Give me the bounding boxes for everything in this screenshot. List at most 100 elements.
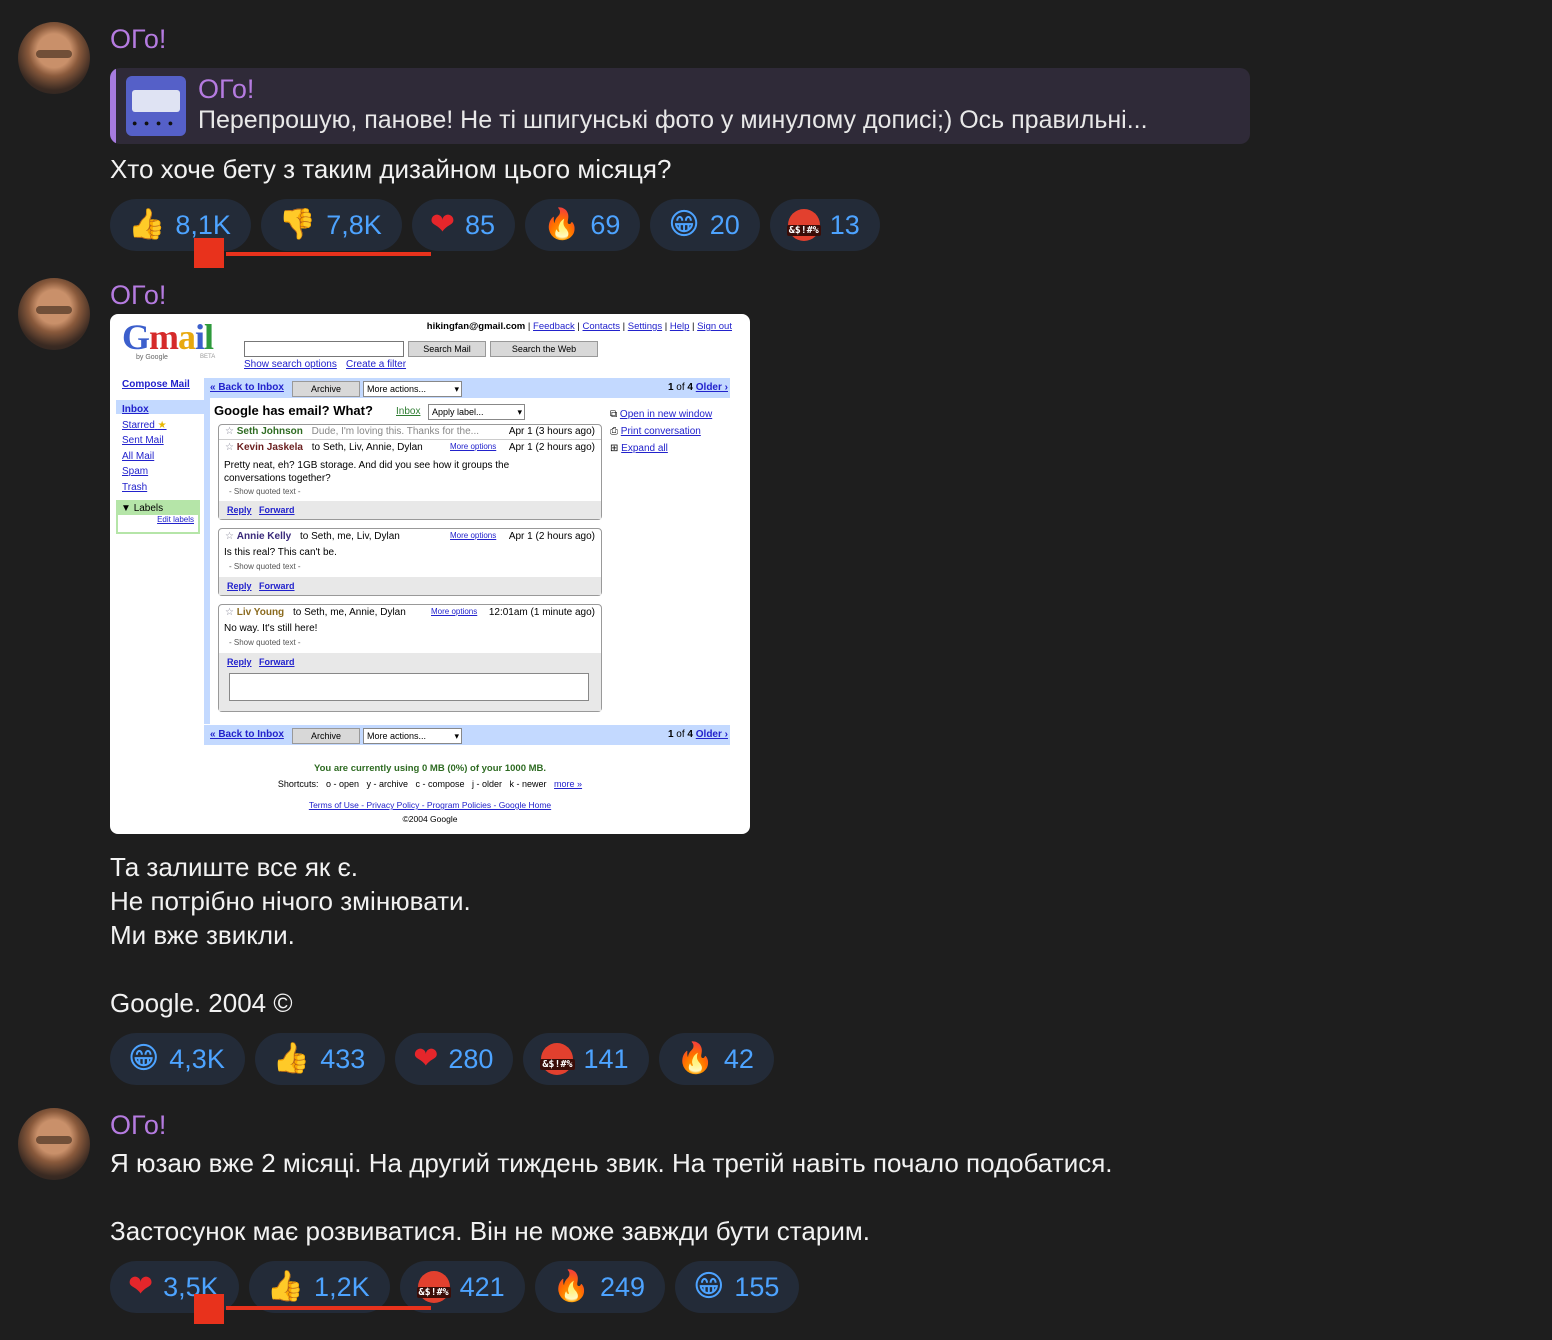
back-to-inbox-link[interactable]: « Back to Inbox: [210, 729, 284, 740]
reaction-cursing[interactable]: &$!#% 13: [769, 199, 880, 251]
open-new-window-link[interactable]: Open in new window: [620, 409, 712, 420]
email-date: Apr 1 (3 hours ago): [508, 426, 595, 437]
star-outline-icon[interactable]: ☆: [225, 607, 234, 618]
thumbs-up-icon: 👍: [128, 207, 166, 242]
reply-textarea[interactable]: [229, 673, 589, 701]
email-collapsed-row[interactable]: ☆ Seth Johnson Dude, I'm loving this. Th…: [225, 426, 595, 437]
reaction-grin[interactable]: 😁 4,3K: [110, 1033, 245, 1085]
more-options-link[interactable]: More options: [450, 442, 496, 451]
compose-mail-link[interactable]: Compose Mail: [122, 379, 190, 390]
create-filter-link[interactable]: Create a filter: [346, 359, 406, 370]
triangle-down-icon[interactable]: ▼: [121, 503, 131, 514]
older-link[interactable]: Older ›: [696, 729, 728, 740]
sidebar-item-trash[interactable]: Trash: [122, 480, 167, 496]
forward-link[interactable]: Forward: [259, 657, 295, 667]
sidebar-item-spam[interactable]: Spam: [122, 464, 167, 480]
inbox-label-link[interactable]: Inbox: [396, 406, 420, 417]
email-divider: [219, 439, 601, 440]
more-shortcuts-link[interactable]: more »: [554, 779, 582, 789]
reaction-count: 13: [829, 209, 860, 240]
avatar[interactable]: [18, 22, 90, 94]
reply-quote[interactable]: ● ● ● ● ОГо! Перепрошую, панове! Не ті ш…: [110, 68, 1250, 144]
pager-current: 1: [667, 729, 674, 740]
reaction-grin[interactable]: 😁 20: [650, 199, 760, 251]
reply-author: ОГо!: [198, 74, 255, 104]
footer-links[interactable]: Terms of Use - Privacy Policy - Program …: [110, 800, 750, 810]
sidebar-item-sent[interactable]: Sent Mail: [122, 433, 167, 449]
show-quoted-text[interactable]: - Show quoted text -: [229, 562, 301, 571]
reaction-fire[interactable]: 🔥 42: [658, 1033, 774, 1085]
sidebar-item-starred[interactable]: Starred ★: [122, 418, 167, 434]
show-quoted-text[interactable]: - Show quoted text -: [229, 638, 301, 647]
settings-link[interactable]: Settings: [628, 321, 662, 332]
reaction-count: 1,2K: [314, 1271, 370, 1302]
search-web-button[interactable]: Search the Web: [490, 341, 598, 357]
show-quoted-text[interactable]: - Show quoted text -: [229, 487, 301, 496]
reaction-thumbs-up[interactable]: 👍 433: [254, 1033, 386, 1085]
forward-link[interactable]: Forward: [259, 505, 295, 515]
reaction-count: 433: [320, 1043, 366, 1074]
reaction-count: 4,3K: [169, 1043, 225, 1074]
sidebar-item-inbox[interactable]: Inbox: [122, 402, 167, 418]
email-header: ☆ Kevin Jaskela to Seth, Liv, Annie, Dyl…: [225, 442, 595, 453]
reaction-grin[interactable]: 😁 155: [675, 1261, 800, 1313]
apply-label-select[interactable]: Apply label... ▾: [428, 404, 525, 420]
reply-link[interactable]: Reply: [227, 581, 252, 591]
avatar[interactable]: [18, 1108, 90, 1180]
avatar[interactable]: [18, 278, 90, 350]
sidebar-item-all-mail[interactable]: All Mail: [122, 449, 167, 465]
gmail-screenshot[interactable]: Gmail by Google BETA hikingfan@gmail.com…: [110, 314, 750, 834]
reaction-heart[interactable]: ❤ 280: [395, 1033, 514, 1085]
search-mail-button[interactable]: Search Mail: [408, 341, 486, 357]
reply-link[interactable]: Reply: [227, 657, 252, 667]
reaction-thumbs-down[interactable]: 👎 7,8K: [260, 199, 402, 251]
star-outline-icon[interactable]: ☆: [225, 531, 234, 542]
fire-icon: 🔥: [676, 1041, 714, 1076]
edit-labels-link[interactable]: Edit labels: [118, 515, 198, 524]
message-author[interactable]: ОГо!: [110, 280, 166, 311]
sign-out-link[interactable]: Sign out: [697, 321, 732, 332]
contacts-link[interactable]: Contacts: [583, 321, 621, 332]
reaction-count: 280: [448, 1043, 494, 1074]
reaction-count: 85: [464, 209, 495, 240]
email-action-bar: Reply Forward: [219, 653, 601, 711]
star-outline-icon[interactable]: ☆: [225, 442, 234, 453]
shortcuts: Shortcuts: o - open y - archive c - comp…: [110, 779, 750, 789]
archive-button[interactable]: Archive: [292, 381, 360, 397]
more-options-link[interactable]: More options: [450, 531, 496, 540]
email-to: to Seth, me, Annie, Dylan: [292, 607, 406, 618]
reaction-thumbs-up[interactable]: 👍 8,1K: [110, 199, 251, 251]
email-action-bar: Reply Forward: [219, 501, 601, 519]
more-options-link[interactable]: More options: [431, 607, 477, 616]
back-to-inbox-link[interactable]: « Back to Inbox: [210, 382, 284, 393]
star-icon: ★: [157, 419, 167, 431]
more-actions-select[interactable]: More actions... ▾: [363, 728, 462, 744]
more-actions-label: More actions...: [367, 731, 427, 741]
pager: 1 of 4 Older ›: [668, 729, 728, 740]
expand-all-link[interactable]: Expand all: [621, 443, 668, 454]
older-link[interactable]: Older ›: [696, 382, 728, 393]
reaction-heart[interactable]: ❤ 85: [411, 199, 515, 251]
forward-link[interactable]: Forward: [259, 581, 295, 591]
print-conversation-link[interactable]: Print conversation: [621, 426, 701, 437]
archive-button[interactable]: Archive: [292, 728, 360, 744]
email-header: ☆ Liv Young to Seth, me, Annie, Dylan Mo…: [225, 607, 595, 618]
star-outline-icon[interactable]: ☆: [225, 426, 234, 437]
heart-icon: ❤: [429, 207, 455, 242]
reaction-cursing[interactable]: &$!#% 141: [523, 1033, 649, 1085]
more-actions-select[interactable]: More actions... ▾: [363, 381, 462, 397]
annotation-marker: [194, 238, 224, 268]
search-input[interactable]: [244, 341, 404, 357]
annotation-marker: [194, 1294, 224, 1324]
reaction-fire[interactable]: 🔥 69: [525, 199, 641, 251]
help-link[interactable]: Help: [670, 321, 690, 332]
reaction-fire[interactable]: 🔥 249: [534, 1261, 666, 1313]
message-author[interactable]: ОГо!: [110, 1110, 166, 1141]
email-card: ☆ Liv Young to Seth, me, Annie, Dylan Mo…: [218, 604, 602, 712]
show-search-options-link[interactable]: Show search options: [244, 359, 337, 370]
reaction-count: 141: [583, 1043, 629, 1074]
message-author[interactable]: ОГо!: [110, 24, 166, 55]
reply-link[interactable]: Reply: [227, 505, 252, 515]
feedback-link[interactable]: Feedback: [533, 321, 575, 332]
email-to: to Seth, me, Liv, Dylan: [300, 531, 400, 542]
